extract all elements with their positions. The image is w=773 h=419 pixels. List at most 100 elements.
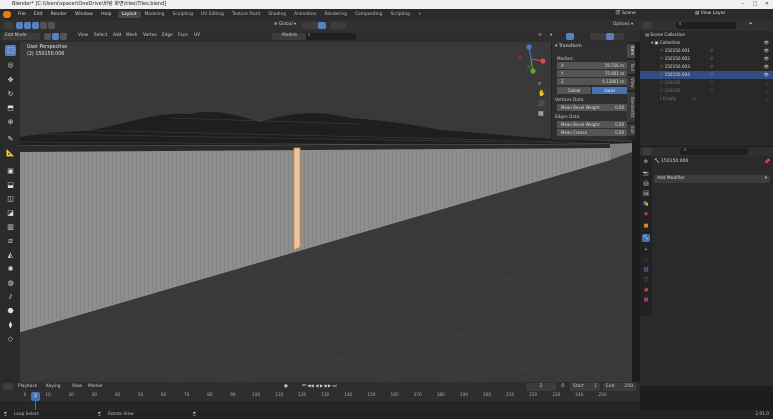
constraints-props-icon[interactable]: ⛓ (642, 266, 650, 274)
record-icon[interactable]: ● (284, 384, 288, 389)
visibility-eye-icon[interactable]: 👁 (764, 71, 769, 79)
shrink-fatten-tool-icon[interactable]: ⬣ (5, 306, 16, 317)
tab-blenderkit[interactable]: BlenderKit (627, 92, 635, 122)
median-z-field[interactable]: Z 0.12861 m (557, 78, 627, 85)
global-toggle[interactable]: Global (557, 87, 591, 94)
view-layer-props-icon[interactable]: 🖼 (642, 190, 650, 198)
maximize-icon[interactable]: □ (749, 0, 761, 9)
poly-build-tool-icon[interactable]: ◭ (5, 250, 16, 261)
menu-edit[interactable]: Edit (30, 12, 47, 17)
smooth-tool-icon[interactable]: ◍ (5, 278, 16, 289)
orientation-dropdown[interactable]: ⊕ Global ▾ (274, 22, 296, 27)
menu-marker[interactable]: Marker (88, 384, 103, 389)
tab-shading[interactable]: Shading (264, 11, 290, 18)
tab-sculpting[interactable]: Sculpting (168, 11, 197, 18)
proportional-falloff-icon[interactable] (338, 22, 346, 29)
zoom-icon[interactable]: ⌕ (538, 79, 545, 89)
data-props-icon[interactable]: ▽ (642, 276, 650, 284)
camera-view-icon[interactable]: 🎥 (538, 99, 545, 109)
select-box-tool-icon[interactable]: ⬚ (5, 45, 16, 56)
tab-uv-editing[interactable]: UV Editing (197, 11, 228, 18)
tab-rendering[interactable]: Rendering (320, 11, 350, 18)
proportional-edit-icon[interactable] (330, 22, 338, 29)
tab-compositing[interactable]: Compositing (351, 11, 387, 18)
scene-props-icon[interactable]: 🎭 (642, 200, 650, 208)
median-x-field[interactable]: X 59.556 m (557, 62, 627, 69)
modifier-props-icon[interactable]: 🔧 (642, 234, 650, 242)
physics-props-icon[interactable]: ◌ (642, 256, 650, 264)
3d-viewport[interactable]: User Perspective (2) 150150.006 ⌕ ✋ 🎥 ▦ (20, 42, 632, 402)
outliner-item[interactable]: ▽ 150150.003 ▽ 👁 (640, 63, 773, 71)
start-frame-field[interactable]: Start 1 (570, 383, 600, 391)
measure-tool-icon[interactable]: 📐 (5, 148, 16, 159)
view-layer-selector[interactable]: ▤ View Layer (695, 11, 725, 16)
select-subtract-icon[interactable] (32, 22, 39, 29)
inset-tool-icon[interactable]: ◫ (5, 194, 16, 205)
vertex-select-icon[interactable] (44, 33, 51, 40)
shear-tool-icon[interactable]: ⧫ (5, 320, 16, 331)
add-cube-tool-icon[interactable]: ▣ (5, 166, 16, 177)
options-dropdown[interactable]: Options ▾ (613, 22, 633, 27)
rotate-tool-icon[interactable]: ↻ (5, 89, 16, 100)
outliner-search-input[interactable] (676, 22, 736, 29)
local-toggle[interactable]: Local (592, 87, 627, 94)
ortho-grid-icon[interactable]: ▦ (538, 109, 545, 119)
pin-icon[interactable]: 📌 (764, 159, 770, 165)
scene-selector[interactable]: 🎬 Scene (615, 11, 636, 16)
annotate-tool-icon[interactable]: ✎ (5, 134, 16, 145)
hidden-icon[interactable]: ⌄ (765, 95, 769, 103)
tab-tool[interactable]: Tool (627, 60, 635, 74)
face-select-icon[interactable] (60, 33, 67, 40)
outliner-item[interactable]: ▽ 150150 ▽ ⌄ (640, 87, 773, 95)
menu-edge[interactable]: Edge (162, 33, 173, 38)
solid-shading-icon[interactable] (606, 33, 614, 40)
current-frame-field[interactable]: 2 (526, 383, 556, 391)
hidden-icon[interactable]: ⌄ (765, 87, 769, 95)
add-modifier-dropdown[interactable]: Add Modifier ▾ (654, 175, 770, 183)
end-frame-field[interactable]: End 250 (603, 383, 636, 391)
timeline-ruler[interactable]: 0 10 20 30 40 50 60 70 80 90 100 110 120 130 140 150 160… (0, 392, 640, 401)
tool-props-icon[interactable]: ⚙ (642, 158, 650, 166)
outliner-editor-type[interactable] (643, 22, 652, 29)
edge-slide-tool-icon[interactable]: ⫽ (5, 292, 16, 303)
knife-tool-icon[interactable]: ⧄ (5, 236, 16, 247)
spin-tool-icon[interactable]: ✺ (5, 264, 16, 275)
tab-texture-paint[interactable]: Texture Paint (228, 11, 264, 18)
mean-crease-field[interactable]: Mean Crease 0.00 (557, 129, 627, 136)
render-props-icon[interactable]: 📷 (642, 170, 650, 178)
menu-uv[interactable]: UV (194, 33, 200, 38)
menu-file[interactable]: File (14, 12, 30, 17)
timeline-area[interactable]: 0 10 20 30 40 50 60 70 80 90 100 110 120 130 140 150 160… (0, 392, 640, 410)
outliner-item[interactable]: ▽ 150150 ▽ ⌄ (640, 79, 773, 87)
pan-hand-icon[interactable]: ✋ (538, 89, 545, 99)
tab-layout[interactable]: Layout (117, 11, 141, 18)
transform-header[interactable]: ▾ Transform (555, 44, 582, 49)
loop-cut-tool-icon[interactable]: ▥ (5, 222, 16, 233)
viewport-search-input[interactable] (306, 33, 356, 40)
playhead[interactable]: 2 (31, 392, 40, 401)
select-mode-icon[interactable] (16, 22, 23, 29)
outliner-item[interactable]: ▽ 150150.002 ▽ 👁 (640, 55, 773, 63)
transform-tool-icon[interactable]: ⊕ (5, 117, 16, 128)
navigation-gizmo[interactable] (516, 44, 546, 74)
world-props-icon[interactable]: ◉ (642, 210, 650, 218)
playback-controls[interactable]: ⏮ ◀◀ ◀ ▶ ▶▶ ⏭ (302, 384, 336, 389)
texture-props-icon[interactable]: ▩ (642, 296, 650, 304)
menu-select[interactable]: Select (94, 33, 107, 38)
tab-scripting[interactable]: Scripting (386, 11, 414, 18)
median-y-field[interactable]: Y -75.801 m (557, 70, 627, 77)
overlays-icon[interactable]: ⊙ (538, 33, 542, 38)
timeline-editor-type[interactable] (3, 383, 13, 390)
menu-playback[interactable]: Playback (18, 384, 37, 389)
snap-toggle-icon[interactable] (318, 22, 326, 29)
visibility-eye-icon[interactable]: 👁 (764, 63, 769, 71)
rip-tool-icon[interactable]: ◇ (5, 334, 16, 345)
cursor-tool-icon[interactable]: ◎ (5, 60, 16, 71)
outliner-item[interactable]: ⟟ Empty ⊡ ⌄ (640, 95, 773, 103)
properties-editor-type[interactable] (643, 148, 652, 155)
outliner-item-selected[interactable]: ▽ 150150.004 ▽ 👁 (640, 71, 773, 79)
visibility-eye-icon[interactable]: 👁 (764, 47, 769, 55)
menu-vertex[interactable]: Vertex (143, 33, 157, 38)
menu-mesh[interactable]: Mesh (126, 33, 137, 38)
menu-keying[interactable]: Keying (46, 384, 60, 389)
